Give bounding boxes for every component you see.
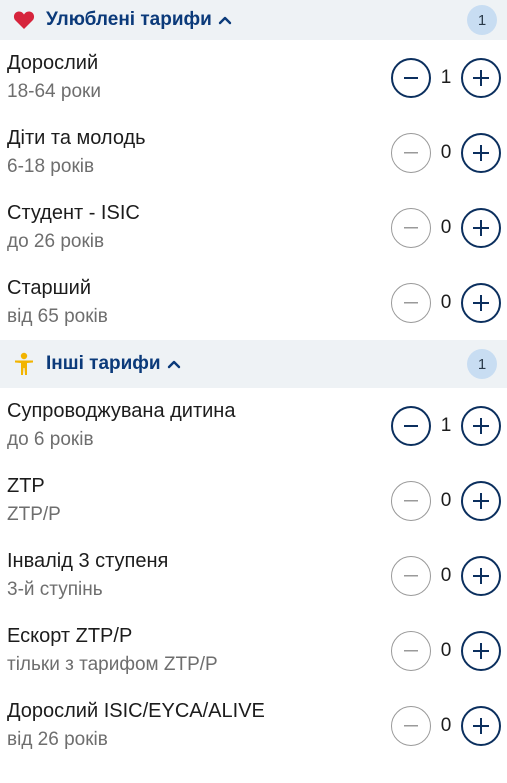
- decrement-button[interactable]: [391, 480, 431, 521]
- fare-title: Ескорт ZTP/P: [7, 625, 133, 647]
- section-header-favorite[interactable]: Улюблені тарифи 1: [0, 0, 507, 40]
- quantity-stepper: 0: [391, 555, 501, 596]
- fare-subtitle: 3-й ступінь: [7, 579, 103, 600]
- minus-icon: [404, 226, 418, 228]
- quantity-value: 0: [440, 714, 452, 736]
- plus-icon: [473, 69, 489, 86]
- fare-title: Дорослий: [7, 52, 99, 74]
- minus-icon: [404, 151, 418, 153]
- fare-subtitle: від 26 років: [7, 729, 108, 750]
- fare-row-disabled-3: Інвалід 3 ступеня 3-й ступінь 0: [0, 538, 507, 613]
- fare-title: Дорослий ISIC/EYCA/ALIVE: [7, 700, 265, 722]
- fare-row-escort: Ескорт ZTP/P тільки з тарифом ZTP/P 0: [0, 613, 507, 688]
- increment-button[interactable]: [461, 132, 501, 173]
- increment-button[interactable]: [461, 705, 501, 746]
- fare-subtitle: до 26 років: [7, 231, 105, 252]
- heart-icon: [12, 8, 36, 32]
- increment-button[interactable]: [461, 555, 501, 596]
- increment-button[interactable]: [461, 282, 501, 323]
- count-badge: 1: [467, 349, 497, 379]
- decrement-button[interactable]: [391, 57, 431, 98]
- increment-button[interactable]: [461, 207, 501, 248]
- quantity-stepper: 0: [391, 630, 501, 671]
- fare-list-favorite: Дорослий 18-64 роки 1 Діти та молодь 6-1…: [0, 40, 507, 340]
- minus-icon: [404, 724, 418, 726]
- fare-title: Супроводжувана дитина: [7, 400, 236, 422]
- fare-row-accompanied-child: Супроводжувана дитина до 6 років 1: [0, 388, 507, 463]
- fare-row-senior: Старший від 65 років 0: [0, 265, 507, 340]
- plus-icon: [473, 717, 489, 734]
- fare-subtitle: 18-64 роки: [7, 81, 101, 102]
- fare-row-student: Студент - ISIC до 26 років 0: [0, 190, 507, 265]
- quantity-stepper: 0: [391, 132, 501, 173]
- quantity-value: 0: [440, 141, 452, 163]
- minus-icon: [404, 301, 418, 303]
- quantity-value: 0: [440, 216, 452, 238]
- fare-subtitle: від 65 років: [7, 306, 108, 327]
- quantity-stepper: 1: [391, 405, 501, 446]
- fare-title: ZTP: [7, 475, 45, 497]
- quantity-stepper: 0: [391, 207, 501, 248]
- quantity-value: 1: [440, 414, 452, 436]
- fare-subtitle: 6-18 років: [7, 156, 95, 177]
- fare-subtitle: до 6 років: [7, 429, 94, 450]
- quantity-value: 0: [440, 639, 452, 661]
- count-badge: 1: [467, 5, 497, 35]
- increment-button[interactable]: [461, 405, 501, 446]
- minus-icon: [404, 649, 418, 651]
- quantity-value: 0: [440, 291, 452, 313]
- fare-title: Діти та молодь: [7, 127, 146, 149]
- decrement-button[interactable]: [391, 282, 431, 323]
- quantity-value: 0: [440, 489, 452, 511]
- fare-row-children: Діти та молодь 6-18 років 0: [0, 115, 507, 190]
- fare-row-adult: Дорослий 18-64 роки 1: [0, 40, 507, 115]
- quantity-stepper: 0: [391, 282, 501, 323]
- fare-list-other: Супроводжувана дитина до 6 років 1 ZTP Z…: [0, 388, 507, 763]
- increment-button[interactable]: [461, 480, 501, 521]
- quantity-stepper: 0: [391, 705, 501, 746]
- plus-icon: [473, 294, 489, 311]
- fare-row-adult-isic: Дорослий ISIC/EYCA/ALIVE від 26 років 0: [0, 688, 507, 763]
- chevron-up-icon: [218, 15, 232, 25]
- minus-icon: [404, 424, 418, 427]
- plus-icon: [473, 219, 489, 236]
- plus-icon: [473, 642, 489, 659]
- plus-icon: [473, 417, 489, 434]
- plus-icon: [473, 492, 489, 509]
- fare-subtitle: ZTP/P: [7, 504, 61, 525]
- decrement-button[interactable]: [391, 132, 431, 173]
- fare-title: Студент - ISIC: [7, 202, 140, 224]
- increment-button[interactable]: [461, 630, 501, 671]
- fare-title: Старший: [7, 277, 92, 299]
- plus-icon: [473, 144, 489, 161]
- section-header-other[interactable]: Інші тарифи 1: [0, 340, 507, 388]
- fare-title: Інвалід 3 ступеня: [7, 550, 169, 572]
- minus-icon: [404, 499, 418, 501]
- person-icon: [12, 352, 36, 376]
- quantity-value: 1: [440, 66, 452, 88]
- quantity-stepper: 0: [391, 480, 501, 521]
- fare-row-ztp: ZTP ZTP/P 0: [0, 463, 507, 538]
- increment-button[interactable]: [461, 57, 501, 98]
- fare-subtitle: тільки з тарифом ZTP/P: [7, 654, 218, 675]
- decrement-button[interactable]: [391, 630, 431, 671]
- section-title: Улюблені тарифи: [46, 9, 212, 30]
- plus-icon: [473, 567, 489, 584]
- section-title: Інші тарифи: [46, 353, 161, 374]
- decrement-button[interactable]: [391, 705, 431, 746]
- decrement-button[interactable]: [391, 207, 431, 248]
- minus-icon: [404, 76, 418, 79]
- minus-icon: [404, 574, 418, 576]
- quantity-value: 0: [440, 564, 452, 586]
- quantity-stepper: 1: [391, 57, 501, 98]
- decrement-button[interactable]: [391, 405, 431, 446]
- decrement-button[interactable]: [391, 555, 431, 596]
- chevron-up-icon: [167, 359, 181, 369]
